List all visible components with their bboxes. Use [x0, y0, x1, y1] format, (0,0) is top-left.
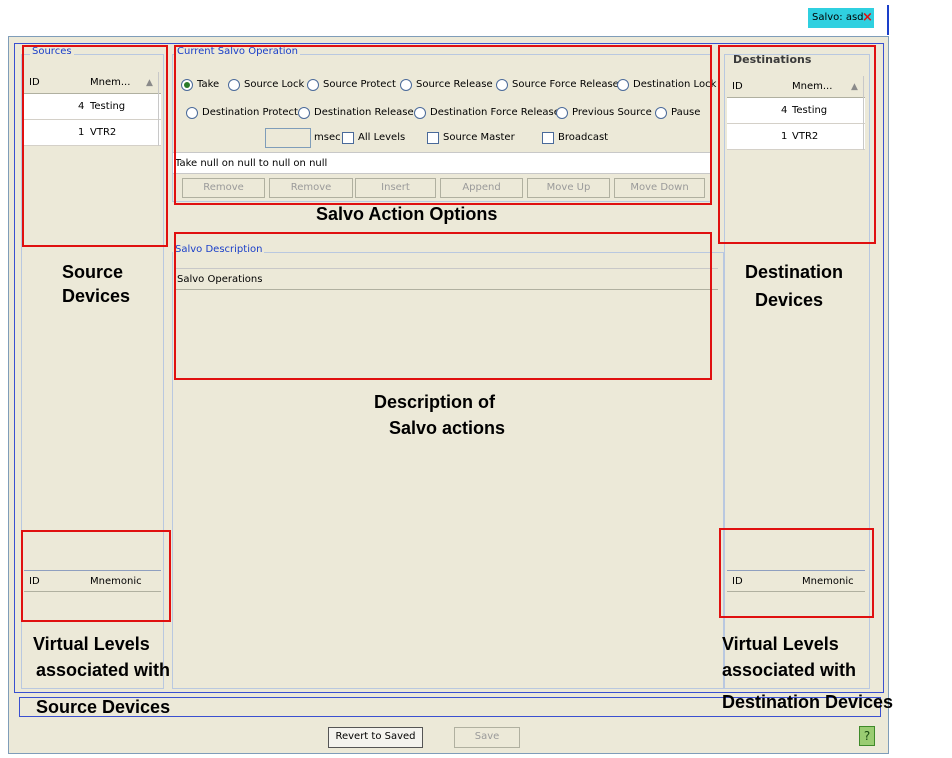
- destination-levels-highlight: [719, 528, 874, 618]
- help-icon[interactable]: ?: [859, 726, 875, 746]
- salvo-tab-label: Salvo: asd: [812, 12, 864, 23]
- source-levels-highlight: [21, 530, 171, 622]
- operation-highlight: [174, 45, 712, 205]
- destinations-highlight: [718, 45, 876, 244]
- annotation-description-2: Salvo actions: [389, 418, 506, 438]
- sources-highlight: [22, 45, 168, 247]
- annotation-dst-levels-2: associated with: [722, 660, 857, 680]
- annotation-description-1: Description of: [374, 392, 496, 412]
- annotation-dst-levels-3: Destination Devices: [722, 692, 894, 712]
- annotation-source-devices-2: Devices: [62, 286, 131, 306]
- annotation-src-levels-1: Virtual Levels: [33, 634, 150, 654]
- description-highlight: [174, 232, 712, 380]
- annotation-src-levels-2: associated with: [36, 660, 171, 680]
- annotation-destination-devices-1: Destination: [745, 262, 844, 282]
- save-button[interactable]: Save: [454, 727, 520, 748]
- close-icon[interactable]: ×: [862, 10, 873, 25]
- salvo-tab[interactable]: Salvo: asd ×: [808, 8, 874, 28]
- window-divider: [887, 5, 889, 35]
- annotation-source-devices-1: Source: [62, 262, 124, 282]
- revert-to-saved-button[interactable]: Revert to Saved: [328, 727, 423, 748]
- annotation-dst-levels-1: Virtual Levels: [722, 634, 839, 654]
- annotation-src-levels-3: Source Devices: [36, 697, 171, 717]
- annotation-action-options: Salvo Action Options: [316, 204, 498, 224]
- annotation-destination-devices-2: Devices: [755, 290, 824, 310]
